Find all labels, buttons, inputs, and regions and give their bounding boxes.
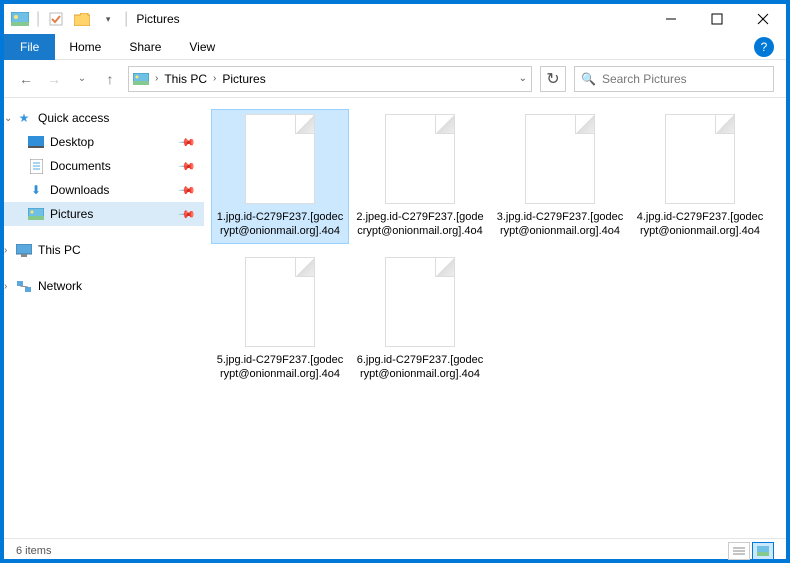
forward-button[interactable]: → bbox=[44, 69, 64, 89]
file-item[interactable]: 3.jpg.id-C279F237.[godecrypt@onionmail.o… bbox=[492, 110, 628, 243]
file-thumb-icon bbox=[245, 257, 315, 347]
sidebar-desktop[interactable]: Desktop 📌 bbox=[4, 130, 204, 154]
pictures-icon bbox=[133, 71, 149, 87]
documents-icon bbox=[28, 158, 44, 174]
file-pane[interactable]: 1.jpg.id-C279F237.[godecrypt@onionmail.o… bbox=[204, 98, 786, 538]
breadcrumb-pictures[interactable]: Pictures bbox=[222, 72, 265, 86]
tab-share[interactable]: Share bbox=[115, 36, 175, 58]
sidebar-item-label: Downloads bbox=[50, 183, 109, 197]
file-thumb-icon bbox=[245, 114, 315, 204]
chevron-right-icon[interactable]: › bbox=[155, 73, 158, 84]
file-item[interactable]: 6.jpg.id-C279F237.[godecrypt@onionmail.o… bbox=[352, 253, 488, 386]
sidebar: ⌄ ★ Quick access Desktop 📌 Documents 📌 ⬇… bbox=[4, 98, 204, 538]
search-input[interactable]: 🔍 Search Pictures bbox=[574, 66, 774, 92]
file-name: 1.jpg.id-C279F237.[godecrypt@onionmail.o… bbox=[216, 210, 344, 239]
sidebar-this-pc[interactable]: › This PC bbox=[4, 238, 204, 262]
file-item[interactable]: 4.jpg.id-C279F237.[godecrypt@onionmail.o… bbox=[632, 110, 768, 243]
qa-separator: | bbox=[124, 10, 128, 28]
refresh-button[interactable]: ↻ bbox=[540, 66, 566, 92]
computer-icon bbox=[16, 242, 32, 258]
back-button[interactable]: ← bbox=[16, 69, 36, 89]
network-icon bbox=[16, 278, 32, 294]
file-thumb-icon bbox=[525, 114, 595, 204]
file-name: 4.jpg.id-C279F237.[godecrypt@onionmail.o… bbox=[636, 210, 764, 239]
file-thumb-icon bbox=[385, 114, 455, 204]
breadcrumb[interactable]: › This PC › Pictures ⌄ bbox=[128, 66, 532, 92]
app-icon bbox=[10, 9, 30, 29]
chevron-right-icon[interactable]: › bbox=[213, 73, 216, 84]
file-thumb-icon bbox=[385, 257, 455, 347]
sidebar-item-label: This PC bbox=[38, 243, 81, 257]
sidebar-item-label: Network bbox=[38, 279, 82, 293]
file-tab[interactable]: File bbox=[4, 34, 55, 60]
search-placeholder: Search Pictures bbox=[602, 72, 687, 86]
statusbar: 6 items bbox=[4, 538, 786, 562]
sidebar-item-label: Desktop bbox=[50, 135, 94, 149]
item-count: 6 items bbox=[16, 545, 51, 557]
file-name: 6.jpg.id-C279F237.[godecrypt@onionmail.o… bbox=[356, 353, 484, 382]
chevron-down-icon[interactable]: ⌄ bbox=[519, 73, 527, 84]
sidebar-documents[interactable]: Documents 📌 bbox=[4, 154, 204, 178]
tab-view[interactable]: View bbox=[175, 36, 229, 58]
expand-caret-icon[interactable]: › bbox=[4, 281, 7, 292]
up-button[interactable]: ↑ bbox=[100, 69, 120, 89]
sidebar-item-label: Pictures bbox=[50, 207, 93, 221]
sidebar-item-label: Quick access bbox=[38, 111, 109, 125]
properties-icon[interactable] bbox=[46, 9, 66, 29]
desktop-icon bbox=[28, 134, 44, 150]
expand-caret-icon[interactable]: ⌄ bbox=[4, 113, 12, 124]
pin-icon: 📌 bbox=[178, 157, 197, 176]
pin-icon: 📌 bbox=[178, 133, 197, 152]
sidebar-item-label: Documents bbox=[50, 159, 111, 173]
maximize-button[interactable] bbox=[694, 4, 740, 34]
qa-separator: | bbox=[36, 10, 40, 28]
file-item[interactable]: 1.jpg.id-C279F237.[godecrypt@onionmail.o… bbox=[212, 110, 348, 243]
thumbnails-view-button[interactable] bbox=[752, 542, 774, 560]
star-icon: ★ bbox=[16, 110, 32, 126]
downloads-icon: ⬇ bbox=[28, 182, 44, 198]
folder-icon[interactable] bbox=[72, 9, 92, 29]
breadcrumb-this-pc[interactable]: This PC bbox=[164, 72, 207, 86]
search-icon: 🔍 bbox=[581, 72, 596, 86]
expand-caret-icon[interactable]: › bbox=[4, 245, 7, 256]
file-name: 3.jpg.id-C279F237.[godecrypt@onionmail.o… bbox=[496, 210, 624, 239]
sidebar-network[interactable]: › Network bbox=[4, 274, 204, 298]
pin-icon: 📌 bbox=[178, 181, 197, 200]
close-button[interactable] bbox=[740, 4, 786, 34]
addressbar: ← → ⌄ ↑ › This PC › Pictures ⌄ ↻ 🔍 Searc… bbox=[4, 60, 786, 98]
pictures-icon bbox=[28, 206, 44, 222]
file-item[interactable]: 5.jpg.id-C279F237.[godecrypt@onionmail.o… bbox=[212, 253, 348, 386]
file-name: 2.jpeg.id-C279F237.[godecrypt@onionmail.… bbox=[356, 210, 484, 239]
minimize-button[interactable] bbox=[648, 4, 694, 34]
recent-dropdown-icon[interactable]: ⌄ bbox=[72, 69, 92, 89]
window-title: Pictures bbox=[136, 12, 179, 26]
sidebar-downloads[interactable]: ⬇ Downloads 📌 bbox=[4, 178, 204, 202]
titlebar: | ▾ | Pictures bbox=[4, 4, 786, 34]
sidebar-quick-access[interactable]: ⌄ ★ Quick access bbox=[4, 106, 204, 130]
pin-icon: 📌 bbox=[178, 205, 197, 224]
file-item[interactable]: 2.jpeg.id-C279F237.[godecrypt@onionmail.… bbox=[352, 110, 488, 243]
qa-dropdown-icon[interactable]: ▾ bbox=[98, 9, 118, 29]
sidebar-pictures[interactable]: Pictures 📌 bbox=[4, 202, 204, 226]
menubar: File Home Share View ? bbox=[4, 34, 786, 60]
file-name: 5.jpg.id-C279F237.[godecrypt@onionmail.o… bbox=[216, 353, 344, 382]
tab-home[interactable]: Home bbox=[55, 36, 115, 58]
file-thumb-icon bbox=[665, 114, 735, 204]
details-view-button[interactable] bbox=[728, 542, 750, 560]
help-icon[interactable]: ? bbox=[754, 37, 774, 57]
